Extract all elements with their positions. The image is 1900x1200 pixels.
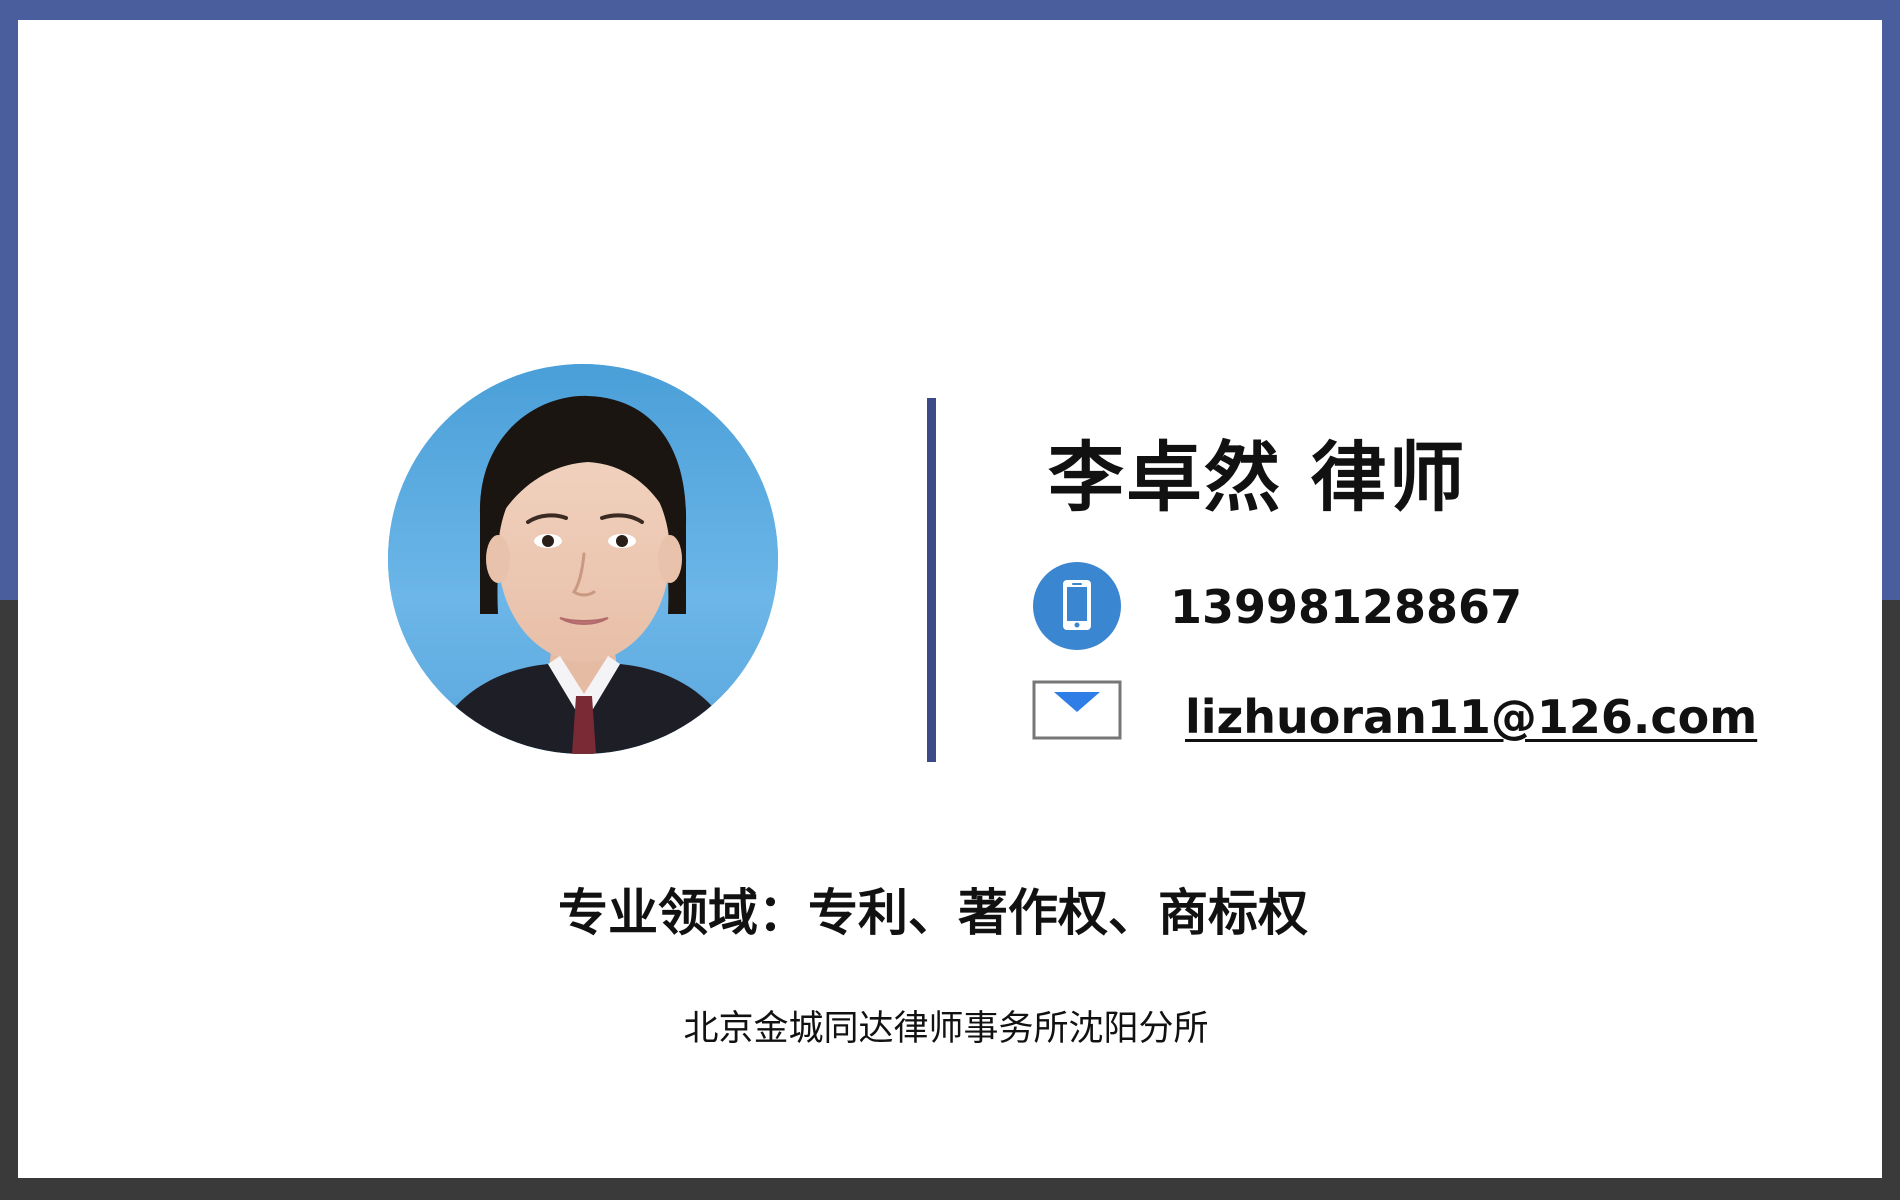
card-frame: 李卓然 律师 13998128867 lizhuoran11@126.com 专… xyxy=(0,0,1900,1200)
lawyer-name: 李卓然 律师 xyxy=(1048,433,1467,522)
envelope-icon xyxy=(1032,680,1122,740)
practice-areas: 专业领域：专利、著作权、商标权 xyxy=(558,884,1308,942)
avatar xyxy=(388,364,778,754)
email-link[interactable]: lizhuoran11@126.com xyxy=(1185,694,1757,740)
vertical-divider xyxy=(927,398,936,762)
mobile-phone-icon xyxy=(1033,562,1121,650)
portrait-photo xyxy=(388,364,778,754)
business-card xyxy=(18,20,1882,1178)
phone-number[interactable]: 13998128867 xyxy=(1170,584,1522,630)
law-firm-name: 北京金城同达律师事务所沈阳分所 xyxy=(683,1009,1209,1049)
